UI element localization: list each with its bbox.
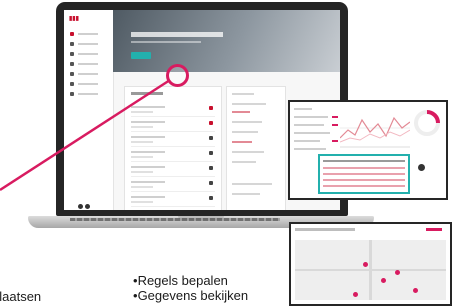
dashboard-screenshot-card — [288, 100, 448, 200]
map-pin-icon[interactable] — [395, 270, 400, 275]
map-screenshot-card — [289, 222, 452, 306]
bullet-item: •Gegevens bekijken — [133, 288, 249, 303]
cut-off-caption: plaatsen — [0, 289, 42, 304]
map-pin-icon[interactable] — [363, 262, 368, 267]
bullet-item: •Regels bepalen — [133, 273, 228, 288]
map-pin-icon[interactable] — [381, 278, 386, 283]
feature-bullet-list: •Regels bepalen •Gegevens bekijken — [133, 273, 248, 303]
map-header-accent — [426, 228, 442, 231]
map-pin-icon[interactable] — [353, 292, 358, 297]
map-pin-icon[interactable] — [413, 288, 418, 293]
data-table — [318, 154, 410, 194]
cursor-highlight-icon — [166, 64, 189, 87]
floor-map — [295, 240, 446, 300]
gauge-graphic — [414, 110, 440, 136]
menu-icon[interactable] — [418, 164, 425, 171]
line-graph — [340, 116, 410, 148]
map-header — [295, 228, 355, 231]
callout-connector — [0, 78, 171, 192]
